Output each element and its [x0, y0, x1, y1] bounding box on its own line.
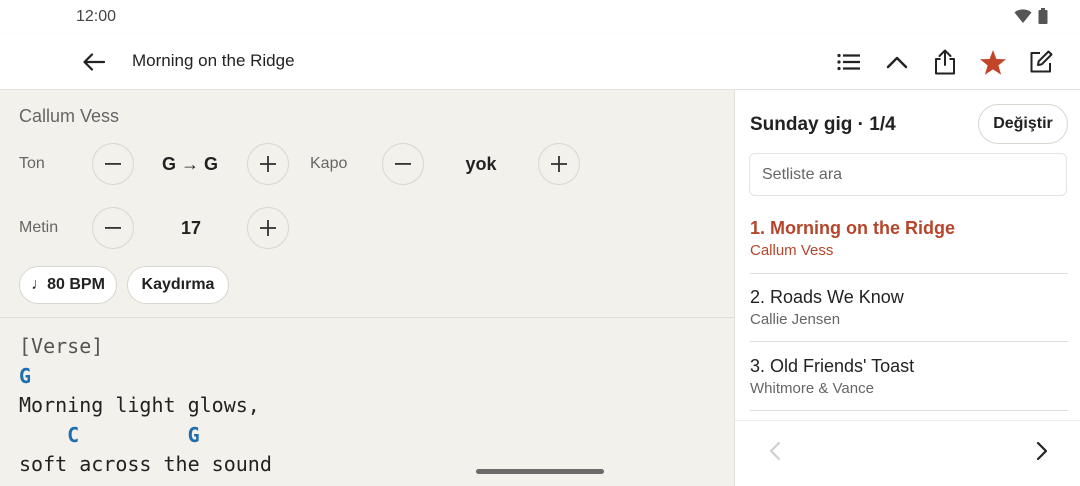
setlist-panel: Sunday gig · 1/4 Değiştir 1. Morning on …: [734, 90, 1080, 486]
share-icon: [935, 49, 955, 75]
setlist-title: Sunday gig · 1/4: [750, 114, 896, 135]
setlist-toggle-button[interactable]: [830, 44, 868, 80]
list-divider: [750, 410, 1068, 411]
lyric-line: Morning light glows,: [19, 393, 260, 417]
text-size-label: Metin: [19, 219, 59, 236]
previous-song-button[interactable]: [757, 433, 793, 469]
next-song-button[interactable]: [1024, 433, 1060, 469]
gesture-nav-handle[interactable]: [476, 469, 604, 474]
lyric-line: soft across the sound: [19, 452, 272, 476]
list-divider: [750, 273, 1068, 274]
share-button[interactable]: [926, 44, 964, 80]
song-pane: Callum Vess Ton G → G Kapo yok Metin 17 …: [0, 90, 734, 486]
plus-icon: [260, 156, 276, 172]
bpm-button[interactable]: ♩80 BPM: [19, 266, 117, 304]
divider: [0, 317, 734, 318]
plus-icon: [260, 220, 276, 236]
back-button[interactable]: [78, 48, 110, 76]
setlist-search-input[interactable]: [762, 165, 1054, 184]
setlist-item[interactable]: 3. Old Friends' Toast Whitmore & Vance: [750, 356, 1068, 397]
setlist-item-artist: Callie Jensen: [750, 311, 841, 328]
setlist-item-title: 2. Roads We Know: [750, 287, 904, 307]
star-icon: [980, 49, 1006, 75]
toolbar: [830, 44, 1060, 80]
capo-down-button[interactable]: [382, 143, 424, 185]
key-value: G → G: [161, 154, 218, 174]
wifi-icon: [1014, 9, 1032, 23]
chord-line: G: [19, 363, 32, 388]
chevron-left-icon: [769, 441, 781, 461]
text-size-value: 17: [180, 218, 202, 238]
app-bar: Morning on the Ridge: [0, 34, 1080, 90]
key-down-button[interactable]: [92, 143, 134, 185]
edit-icon: [1030, 50, 1053, 73]
back-arrow-icon: [83, 53, 105, 71]
setlist-search[interactable]: [749, 153, 1067, 196]
chord-sheet: [Verse] G Morning light glows, C G soft acr…: [19, 332, 272, 480]
plus-icon: [551, 156, 567, 172]
status-time: 12:00: [76, 8, 117, 25]
status-icons: [1014, 8, 1048, 24]
setlist-item-artist: Callum Vess: [750, 242, 834, 259]
edit-button[interactable]: [1022, 44, 1060, 80]
chord-line: C G: [19, 422, 200, 447]
setlist-item-title: 1. Morning on the Ridge: [750, 218, 955, 238]
favorite-button[interactable]: [974, 44, 1012, 80]
battery-icon: [1038, 8, 1048, 24]
sheet-section-heading: [Verse]: [19, 334, 104, 358]
change-setlist-button[interactable]: Değiştir: [978, 104, 1068, 144]
key-label: Ton: [19, 155, 45, 172]
song-artist: Callum Vess: [19, 106, 120, 126]
list-icon: [837, 53, 860, 71]
capo-label: Kapo: [310, 155, 348, 172]
text-size-down-button[interactable]: [92, 207, 134, 249]
setlist-item-title: 3. Old Friends' Toast: [750, 356, 915, 376]
capo-up-button[interactable]: [538, 143, 580, 185]
setlist-pager: [735, 420, 1080, 486]
chevron-up-icon: [886, 56, 908, 69]
chevron-right-icon: [1036, 441, 1048, 461]
setlist-item[interactable]: 1. Morning on the Ridge Callum Vess: [750, 218, 1068, 259]
page-title: Morning on the Ridge: [132, 51, 295, 70]
key-up-button[interactable]: [247, 143, 289, 185]
minus-icon: [105, 227, 121, 229]
status-bar: 12:00: [0, 0, 1080, 34]
minus-icon: [105, 163, 121, 165]
list-divider: [750, 341, 1068, 342]
setlist-item-artist: Whitmore & Vance: [750, 380, 874, 397]
text-size-up-button[interactable]: [247, 207, 289, 249]
minus-icon: [395, 163, 411, 165]
collapse-button[interactable]: [878, 44, 916, 80]
capo-value: yok: [465, 154, 497, 174]
setlist-item[interactable]: 2. Roads We Know Callie Jensen: [750, 287, 1068, 328]
autoscroll-button[interactable]: Kaydırma: [127, 266, 229, 304]
